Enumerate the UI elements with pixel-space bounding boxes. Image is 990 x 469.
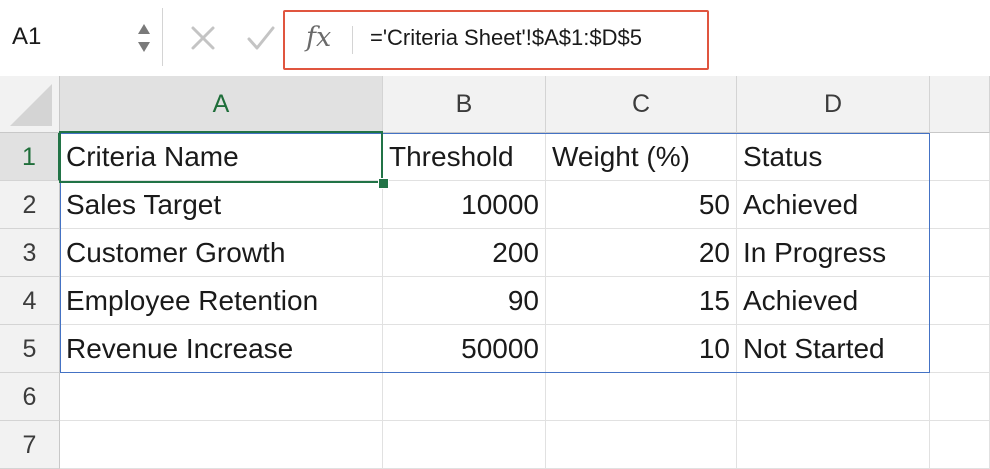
formula-input[interactable]: ='Criteria Sheet'!$A$1:$D$5 [370,14,642,62]
select-all-corner[interactable] [0,76,60,133]
cell-a2[interactable]: Sales Target [60,181,383,229]
row-header-5[interactable]: 5 [0,325,60,373]
formula-separator [352,26,353,54]
column-header-blank[interactable] [930,76,990,133]
cell-c1[interactable]: Weight (%) [546,133,737,181]
cell-c6[interactable] [546,373,737,421]
cell-a3[interactable]: Customer Growth [60,229,383,277]
cell-d6[interactable] [737,373,930,421]
cell-d3[interactable]: In Progress [737,229,930,277]
fill-handle[interactable] [378,178,389,189]
spreadsheet-grid: ABCD 1234567 Criteria Name Threshold Weigh… [0,76,990,469]
cell-c4[interactable]: 15 [546,277,737,325]
column-header-b[interactable]: B [383,76,546,133]
cell-b5[interactable]: 50000 [383,325,546,373]
cell-d1[interactable]: Status [737,133,930,181]
cell-a1[interactable]: Criteria Name [60,133,383,181]
row-header-6[interactable]: 6 [0,373,60,421]
fx-icon[interactable]: fx [306,14,331,62]
cell-blank[interactable] [930,325,990,373]
x-cancel-icon[interactable] [188,18,218,58]
cell-c5[interactable]: 10 [546,325,737,373]
cell-c3[interactable]: 20 [546,229,737,277]
cell-b1[interactable]: Threshold [383,133,546,181]
cell-d2[interactable]: Achieved [737,181,930,229]
row-header-3[interactable]: 3 [0,229,60,277]
column-header-a[interactable]: A [60,76,383,133]
checkmark-enter-icon[interactable] [244,18,278,58]
cell-blank[interactable] [930,373,990,421]
row-header-4[interactable]: 4 [0,277,60,325]
cell-blank[interactable] [930,229,990,277]
select-all-triangle-icon [10,84,52,126]
cell-b2[interactable]: 10000 [383,181,546,229]
cell-a5[interactable]: Revenue Increase [60,325,383,373]
cell-d5[interactable]: Not Started [737,325,930,373]
column-header-c[interactable]: C [546,76,737,133]
row-header-1[interactable]: 1 [0,133,60,181]
cell-blank[interactable] [930,133,990,181]
cell-b4[interactable]: 90 [383,277,546,325]
row-header-7[interactable]: 7 [0,421,60,469]
cell-b7[interactable] [383,421,546,469]
cell-c2[interactable]: 50 [546,181,737,229]
formula-bar: A1 fx ='Criteria Sheet'!$A$1:$D$5 [0,0,990,77]
column-header-d[interactable]: D [737,76,930,133]
cell-a7[interactable] [60,421,383,469]
up-down-arrows-icon[interactable] [136,20,152,56]
cell-blank[interactable] [930,421,990,469]
cell-d4[interactable]: Achieved [737,277,930,325]
row-header-2[interactable]: 2 [0,181,60,229]
cell-b3[interactable]: 200 [383,229,546,277]
cell-a4[interactable]: Employee Retention [60,277,383,325]
name-box-value[interactable]: A1 [12,8,41,66]
cell-c7[interactable] [546,421,737,469]
cell-d7[interactable] [737,421,930,469]
name-box[interactable]: A1 [0,8,163,66]
cell-b6[interactable] [383,373,546,421]
cell-a6[interactable] [60,373,383,421]
cell-blank[interactable] [930,181,990,229]
cell-blank[interactable] [930,277,990,325]
